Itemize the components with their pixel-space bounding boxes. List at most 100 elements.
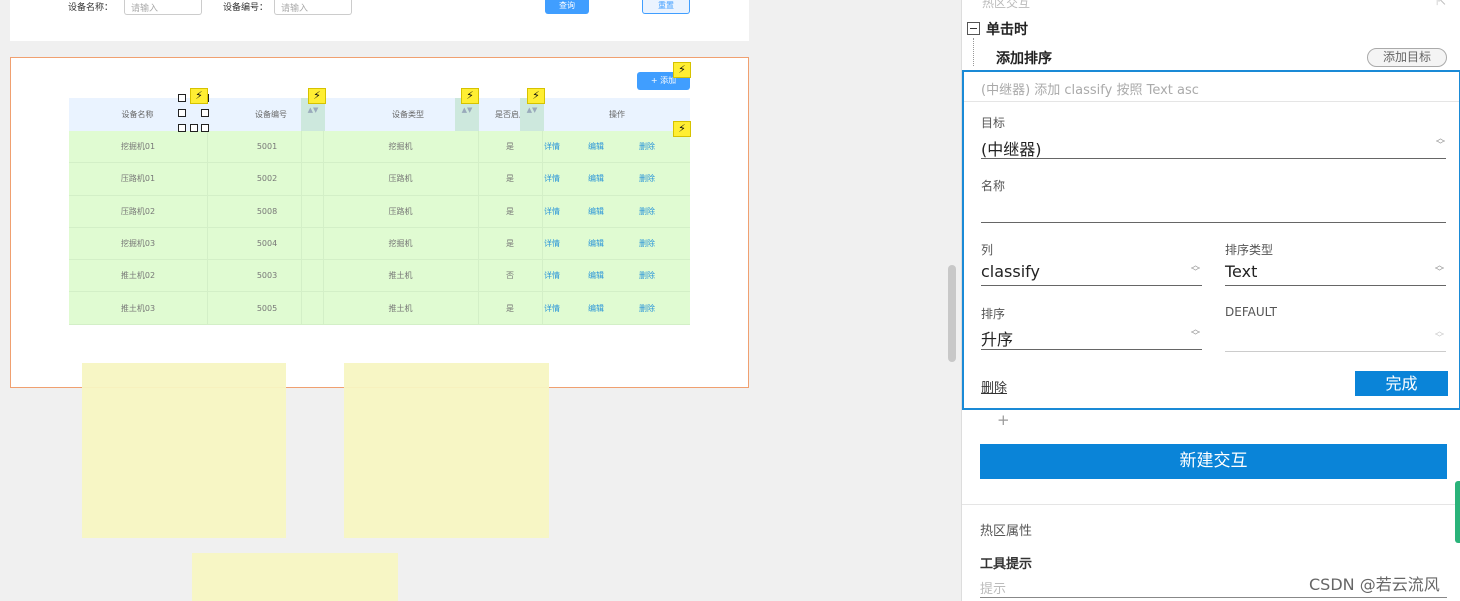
delete-link[interactable]: 删除 [639, 196, 679, 228]
select-chevron-icon[interactable]: ︿ ﹀ [1191, 262, 1200, 278]
tooltip-label: 工具提示 [980, 557, 1033, 572]
underline [1225, 285, 1446, 286]
add-target-button[interactable]: 添加目标 [1367, 48, 1447, 67]
underline [980, 597, 1447, 598]
table-cell: 5001 [256, 142, 278, 151]
divider [964, 101, 1459, 102]
new-interaction-button[interactable]: 新建交互 [980, 444, 1447, 479]
sort-type-select[interactable]: Text [1225, 262, 1257, 281]
table-cell: 推土机03 [120, 303, 156, 313]
query-button[interactable]: 查询 [545, 0, 589, 14]
selection-handle[interactable] [178, 109, 186, 117]
delete-link[interactable]: 删除 [639, 163, 679, 195]
order-select[interactable]: 升序 [981, 326, 1013, 350]
delete-action-link[interactable]: 删除 [981, 377, 1007, 396]
side-tab[interactable] [1455, 481, 1460, 543]
table-cell: 压路机02 [120, 206, 156, 216]
selection-handle[interactable] [201, 109, 209, 117]
delete-link[interactable]: 删除 [639, 228, 679, 260]
name-label: 名称 [981, 179, 1006, 193]
selection-handle[interactable] [201, 124, 209, 132]
placeholder-shape[interactable] [192, 553, 398, 601]
reset-button[interactable]: 重置 [642, 0, 690, 14]
column-label: 列 [981, 243, 994, 257]
select-chevron-icon[interactable]: ︿ ﹀ [1436, 135, 1445, 151]
table-cell: 是 [506, 238, 514, 248]
select-chevron-icon[interactable]: ︿ ﹀ [1435, 328, 1444, 344]
detail-link[interactable]: 详情 [544, 293, 584, 325]
underline [981, 158, 1446, 159]
table-cell: 5005 [256, 303, 278, 313]
table-cell: 挖掘机 [388, 238, 413, 248]
table-cell: 是 [506, 206, 514, 216]
select-chevron-icon[interactable]: ︿ ﹀ [1191, 326, 1200, 342]
edit-link[interactable]: 编辑 [588, 163, 628, 195]
device-name-input[interactable]: 请输入 [124, 0, 202, 15]
column-select[interactable]: classify [981, 262, 1040, 281]
sort-action-editor: (中继器) 添加 classify 按照 Text asc 目标 (中继器) ︿… [962, 70, 1460, 410]
order-label: 排序 [981, 307, 1006, 321]
table-cell: 挖掘机01 [120, 142, 156, 151]
select-chevron-icon[interactable]: ︿ ﹀ [1435, 262, 1444, 278]
table-cell: 推土机 [388, 271, 413, 281]
detail-link[interactable]: 详情 [544, 260, 584, 292]
event-label[interactable]: 单击时 [986, 19, 1028, 39]
detail-link[interactable]: 详情 [544, 228, 584, 260]
default-label: DEFAULT [1225, 305, 1277, 319]
detail-link[interactable]: 详情 [544, 131, 584, 163]
lightning-icon[interactable]: ⚡ [673, 121, 691, 137]
table-cell: 否 [506, 271, 514, 281]
interaction-panel: 热区交互 ⇱ 单击时 添加排序 添加目标 (中继器) 添加 classify 按… [961, 0, 1460, 601]
edit-link[interactable]: 编辑 [588, 293, 628, 325]
target-select[interactable]: (中继器) [981, 136, 1042, 160]
edit-link[interactable]: 编辑 [588, 196, 628, 228]
table-body: 挖掘机01 5001 挖掘机是详情 编辑 删除 压路机01 5002 压路机是详情 编辑 删除 压路… [69, 131, 690, 325]
selection-handle[interactable] [178, 124, 186, 132]
table-cell: 推土机 [388, 303, 413, 313]
selection-handle[interactable] [178, 94, 186, 102]
device-code-input[interactable]: 请输入 [274, 0, 352, 15]
table-row: 挖掘机03 5004 挖掘机 是 详情 编辑 删除 [69, 228, 690, 261]
table-row: 压路机01 5002 压路机 是 详情 编辑 删除 [69, 163, 690, 196]
edit-link[interactable]: 编辑 [588, 260, 628, 292]
table-cell: 是 [506, 303, 514, 313]
done-button[interactable]: 完成 [1355, 371, 1448, 396]
table-header: 设备名称 设备编号 ▲▼ 设备类型 ▲▼ 是否启用 ▲▼ 操作 [69, 98, 690, 131]
table-cell: 压路机 [388, 174, 413, 184]
collapse-icon[interactable] [967, 22, 980, 35]
add-action-plus[interactable]: + [997, 411, 1010, 429]
device-code-label: 设备编号： [223, 3, 269, 13]
edit-link[interactable]: 编辑 [588, 228, 628, 260]
lightning-icon[interactable]: ⚡ [673, 62, 691, 78]
table-row: 推土机02 5003 推土机 否 详情 编辑 删除 [69, 260, 690, 293]
canvas-scrollbar[interactable] [948, 265, 956, 362]
lightning-icon[interactable]: ⚡ [308, 88, 326, 104]
placeholder-shape[interactable] [344, 363, 549, 538]
cursor-icon[interactable]: ⇱ [1436, 0, 1446, 8]
sort-type-label: 排序类型 [1225, 243, 1274, 257]
lightning-icon[interactable]: ⚡ [190, 88, 208, 104]
table-cell: 是 [506, 142, 514, 151]
action-summary: (中继器) 添加 classify 按照 Text asc [981, 83, 1199, 98]
action-label[interactable]: 添加排序 [996, 48, 1052, 68]
underline [1225, 351, 1446, 352]
detail-link[interactable]: 详情 [544, 196, 584, 228]
underline [981, 349, 1202, 350]
delete-link[interactable]: 删除 [639, 293, 679, 325]
selection-handle[interactable] [190, 124, 198, 132]
tree-connector [973, 38, 974, 66]
table-cell: 是 [506, 174, 514, 184]
placeholder-shape[interactable] [82, 363, 286, 538]
tooltip-input[interactable]: 提示 [980, 578, 1006, 597]
lightning-icon[interactable]: ⚡ [527, 88, 545, 104]
edit-link[interactable]: 编辑 [588, 131, 628, 163]
detail-link[interactable]: 详情 [544, 163, 584, 195]
table-cell: 压路机01 [120, 174, 156, 184]
design-canvas[interactable]: 设备名称： 请输入 设备编号： 请输入 查询 重置 + 添加 设备名称 设备编号… [0, 0, 958, 601]
watermark: CSDN @若云流风 [1307, 571, 1442, 595]
delete-link[interactable]: 删除 [639, 260, 679, 292]
lightning-icon[interactable]: ⚡ [461, 88, 479, 104]
table-cell: 挖掘机03 [120, 238, 156, 248]
panel-section-title: 热区交互 [982, 0, 1031, 10]
table-cell: 5004 [256, 238, 278, 248]
